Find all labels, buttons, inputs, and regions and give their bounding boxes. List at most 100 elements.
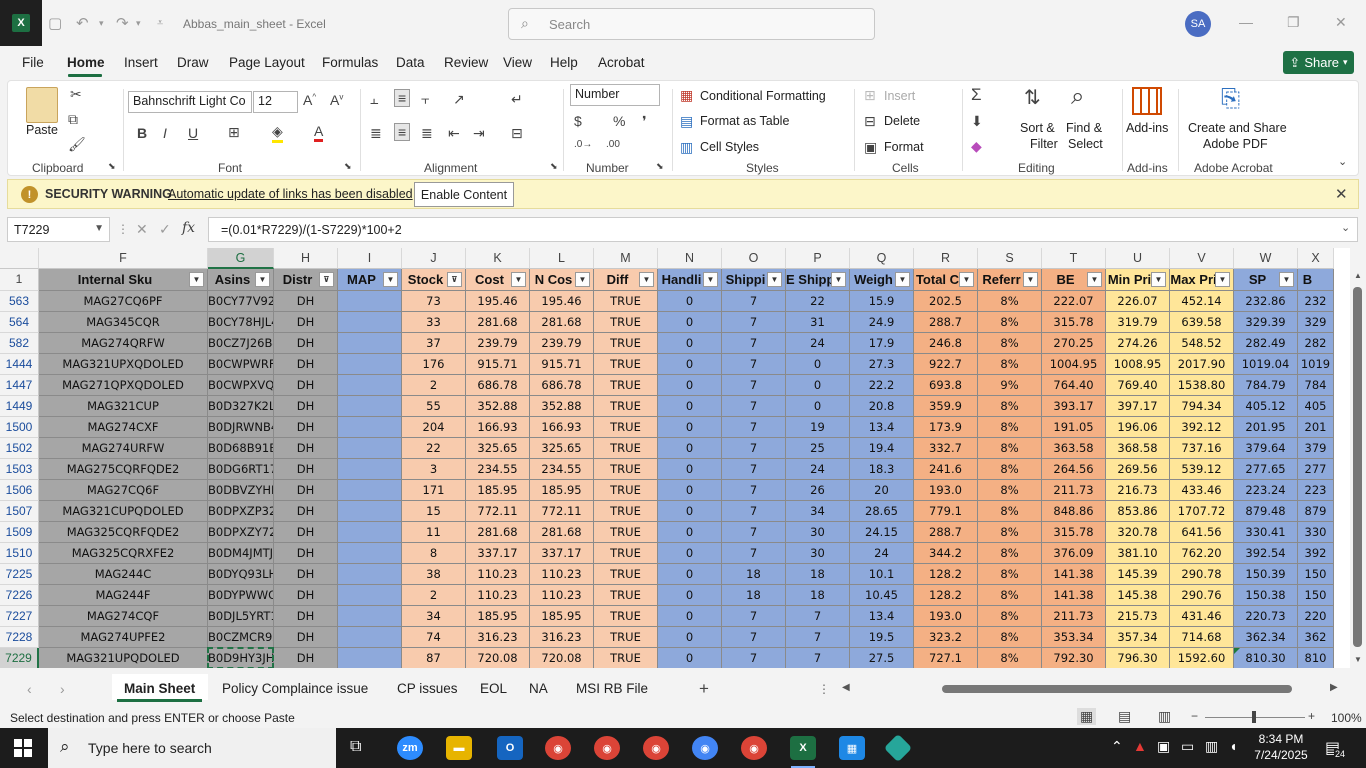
grid-cell[interactable]: 22.2 bbox=[850, 375, 914, 396]
grid-cell[interactable]: 796.30 bbox=[1106, 648, 1170, 668]
security-tray-icon[interactable]: ▣ bbox=[1157, 738, 1170, 755]
grid-cell[interactable]: MAG274UPFE2 bbox=[39, 627, 208, 648]
sheet-tab-na[interactable]: NA bbox=[529, 681, 548, 696]
grid-cell[interactable]: 7 bbox=[722, 459, 786, 480]
grid-cell[interactable]: 316.23 bbox=[466, 627, 530, 648]
grid-cell[interactable]: 145.38 bbox=[1106, 585, 1170, 606]
tab-insert[interactable]: Insert bbox=[124, 55, 158, 70]
format-cells-button[interactable]: Format bbox=[884, 140, 924, 154]
vertical-scrollbar[interactable]: ▲ ▼ bbox=[1350, 269, 1366, 668]
zoom-level[interactable]: 100% bbox=[1331, 711, 1362, 725]
grid-cell[interactable] bbox=[338, 459, 402, 480]
grid-cell[interactable]: 337.17 bbox=[530, 543, 594, 564]
grid-cell[interactable]: 315.78 bbox=[1042, 522, 1106, 543]
sheet-tab-main-sheet[interactable]: Main Sheet bbox=[124, 681, 195, 696]
grid-cell[interactable]: 7 bbox=[722, 648, 786, 668]
insert-cells-icon[interactable]: ⊞ bbox=[864, 87, 876, 104]
grid-cell[interactable]: 185.95 bbox=[466, 480, 530, 501]
formula-error-indicator-icon[interactable] bbox=[1234, 648, 1240, 654]
grid-cell[interactable]: 2017.90 bbox=[1170, 354, 1234, 375]
grid-cell[interactable]: 720.08 bbox=[466, 648, 530, 668]
grid-cell[interactable]: 362 bbox=[1298, 627, 1334, 648]
grid-cell[interactable]: 18 bbox=[786, 564, 850, 585]
grid-cell[interactable]: 363.58 bbox=[1042, 438, 1106, 459]
grid-cell[interactable]: 110.23 bbox=[530, 564, 594, 585]
cell-styles-button[interactable]: Cell Styles bbox=[700, 140, 759, 154]
grid-cell[interactable]: 193.0 bbox=[914, 480, 978, 501]
grid-cell[interactable]: 352.88 bbox=[466, 396, 530, 417]
grid-cell[interactable]: TRUE bbox=[594, 354, 658, 375]
grid-cell[interactable]: 7 bbox=[786, 606, 850, 627]
decrease-decimal-icon[interactable]: .00 bbox=[606, 139, 620, 150]
chrome-icon[interactable]: ◉ bbox=[643, 736, 669, 760]
grid-cell[interactable]: DH bbox=[274, 438, 338, 459]
column-header-m[interactable]: M bbox=[594, 248, 658, 269]
grid-cell[interactable]: 539.12 bbox=[1170, 459, 1234, 480]
grid-cell[interactable]: 211.73 bbox=[1042, 606, 1106, 627]
grid-cell[interactable]: 216.73 bbox=[1106, 480, 1170, 501]
grid-cell[interactable]: DH bbox=[274, 375, 338, 396]
dialog-launcher-icon[interactable]: ⬊ bbox=[550, 161, 558, 172]
grid-cell[interactable]: DH bbox=[274, 627, 338, 648]
column-header-x[interactable]: X bbox=[1298, 248, 1334, 269]
grid-cell[interactable]: 1019.04 bbox=[1234, 354, 1298, 375]
tab-home[interactable]: Home bbox=[67, 55, 105, 70]
grid-cell[interactable]: DH bbox=[274, 522, 338, 543]
grid-cell[interactable]: MAG271QPXQDOLED bbox=[39, 375, 208, 396]
grid-cell[interactable]: 0 bbox=[658, 459, 722, 480]
grid-cell[interactable]: 810.30 bbox=[1234, 648, 1298, 668]
column-header-w[interactable]: W bbox=[1234, 248, 1298, 269]
grid-cell[interactable]: 0 bbox=[658, 396, 722, 417]
chrome-icon[interactable]: ◉ bbox=[545, 736, 571, 760]
grid-cell[interactable]: 55 bbox=[402, 396, 466, 417]
table-header-cell[interactable]: Diff ▼ bbox=[594, 269, 658, 291]
grid-cell[interactable] bbox=[338, 501, 402, 522]
filter-dropdown-icon[interactable]: ▼ bbox=[1151, 272, 1166, 287]
grid-cell[interactable]: 8% bbox=[978, 354, 1042, 375]
column-header-h[interactable]: H bbox=[274, 248, 338, 269]
grid-cell[interactable]: MAG27CQ6PF bbox=[39, 291, 208, 312]
grid-cell[interactable]: 19 bbox=[786, 417, 850, 438]
grid-cell[interactable]: 319.79 bbox=[1106, 312, 1170, 333]
font-size-select[interactable]: 12 bbox=[253, 91, 298, 113]
grid-cell[interactable]: 171 bbox=[402, 480, 466, 501]
autosum-icon[interactable]: Σ bbox=[971, 85, 982, 105]
column-header-u[interactable]: U bbox=[1106, 248, 1170, 269]
grid-cell[interactable]: 110.23 bbox=[466, 564, 530, 585]
grid-cell[interactable]: 0 bbox=[658, 564, 722, 585]
collapse-ribbon-icon[interactable]: ⌄ bbox=[1338, 155, 1347, 168]
grid-cell[interactable]: DH bbox=[274, 501, 338, 522]
grid-cell[interactable]: TRUE bbox=[594, 333, 658, 354]
column-header-v[interactable]: V bbox=[1170, 248, 1234, 269]
delete-cells-icon[interactable]: ⊟ bbox=[864, 113, 876, 130]
grid-cell[interactable]: 19.4 bbox=[850, 438, 914, 459]
grid-cell[interactable]: TRUE bbox=[594, 375, 658, 396]
sheet-tab-eol[interactable]: EOL bbox=[480, 681, 507, 696]
filter-dropdown-icon[interactable]: ▼ bbox=[575, 272, 590, 287]
grid-cell[interactable]: 329 bbox=[1298, 312, 1334, 333]
align-center-icon[interactable]: ≡ bbox=[394, 123, 411, 141]
grid-cell[interactable]: 848.86 bbox=[1042, 501, 1106, 522]
more-sheets-icon[interactable]: ⋮ bbox=[818, 682, 830, 696]
table-header-cell[interactable]: Handli ▼ bbox=[658, 269, 722, 291]
row-header[interactable]: 564 bbox=[0, 312, 39, 333]
grid-cell[interactable]: B0DYPWWQXK bbox=[208, 585, 274, 606]
grid-cell[interactable]: 204 bbox=[402, 417, 466, 438]
outlook-icon[interactable]: O bbox=[497, 736, 523, 760]
grid-cell[interactable]: 772.11 bbox=[530, 501, 594, 522]
grid-cell[interactable]: DH bbox=[274, 459, 338, 480]
zoom-out-icon[interactable]: − bbox=[1191, 709, 1198, 723]
column-header-g[interactable]: G bbox=[208, 248, 274, 269]
grid-cell[interactable]: 274.26 bbox=[1106, 333, 1170, 354]
grid-cell[interactable]: 288.7 bbox=[914, 312, 978, 333]
row-header[interactable]: 1509 bbox=[0, 522, 39, 543]
acrobat-tray-icon[interactable]: ▲ bbox=[1133, 738, 1147, 754]
find-select-label[interactable]: Select bbox=[1068, 137, 1103, 151]
redo-icon[interactable]: ↷ bbox=[116, 14, 129, 32]
grid-cell[interactable]: 7 bbox=[722, 543, 786, 564]
chevron-down-icon[interactable]: ▼ bbox=[94, 223, 104, 234]
grid-cell[interactable] bbox=[338, 438, 402, 459]
grid-cell[interactable] bbox=[338, 354, 402, 375]
page-layout-view-icon[interactable]: ▤ bbox=[1118, 708, 1131, 725]
grid-cell[interactable]: B0DPXZY72M bbox=[208, 522, 274, 543]
